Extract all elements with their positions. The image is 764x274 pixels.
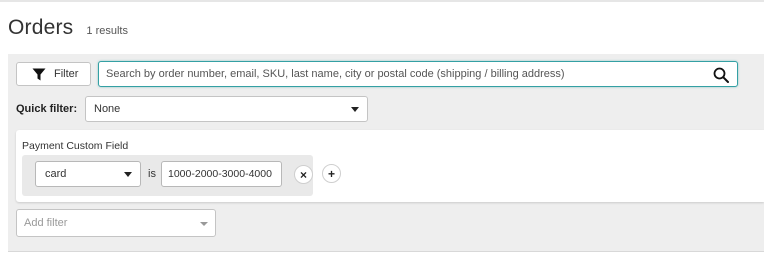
chevron-down-icon [351,107,359,112]
add-condition-button[interactable]: + [322,164,341,183]
page-header: Orders 1 results [8,16,128,40]
quick-filter-value: None [94,103,121,115]
plus-icon: + [327,166,335,181]
search-input[interactable] [99,62,704,86]
page-title: Orders [8,16,74,39]
active-filter-card: Payment Custom Field card is × + [16,130,764,202]
filter-value-input[interactable] [161,161,282,187]
chevron-down-icon [200,222,208,226]
filter-button-label: Filter [54,68,79,80]
filter-condition-row: card is × [22,155,313,196]
quick-filter-select[interactable]: None [85,96,368,122]
add-filter-select[interactable]: Add filter [16,209,216,237]
search-icon[interactable] [713,67,729,83]
filter-title: Payment Custom Field [22,140,129,152]
chevron-down-icon [124,172,132,177]
remove-condition-button[interactable]: × [294,165,313,184]
add-filter-placeholder: Add filter [24,217,68,229]
quick-filter-label: Quick filter: [16,103,78,115]
field-select-value: card [45,168,67,180]
filter-button[interactable]: Filter [16,62,91,86]
field-select[interactable]: card [35,161,141,187]
results-count: 1 results [86,25,128,37]
funnel-icon [32,68,46,80]
filter-panel: Filter Quick filter: None Payment Custom… [8,54,764,252]
search-box [98,61,738,87]
operator-label: is [148,168,156,180]
top-divider [0,0,764,2]
close-icon: × [299,167,307,182]
